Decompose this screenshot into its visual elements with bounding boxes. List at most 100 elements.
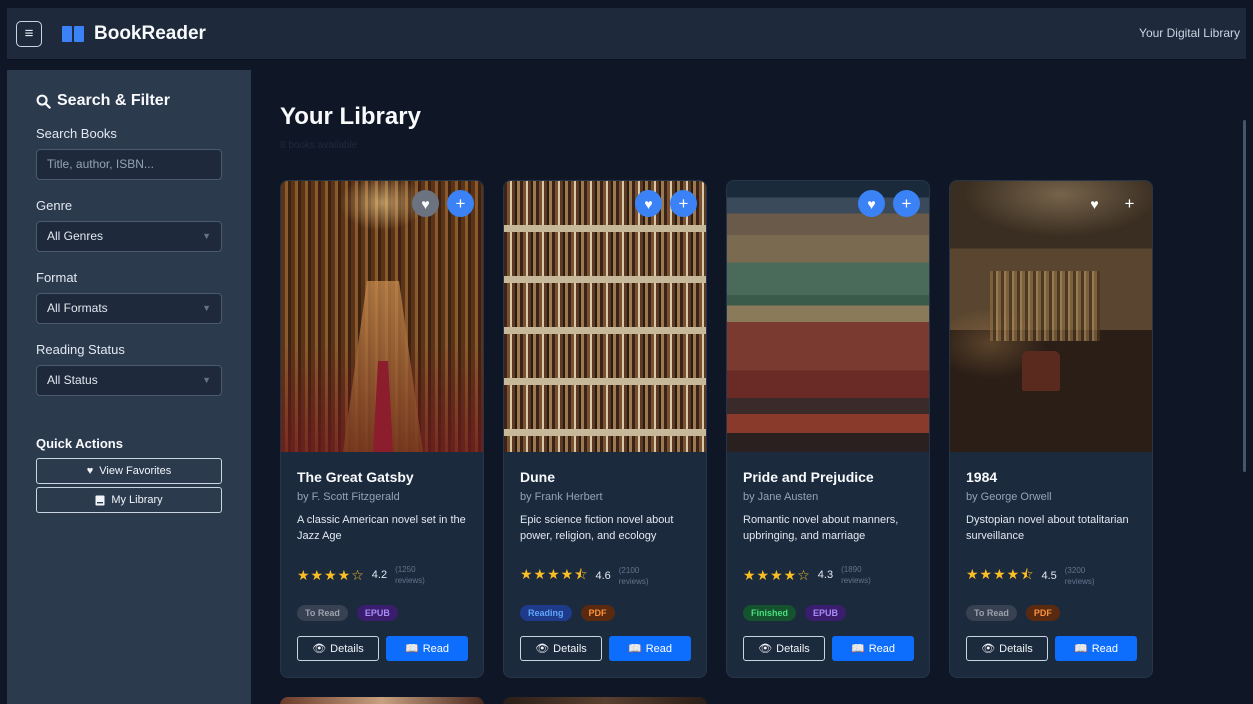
details-button[interactable]: 👁 Details xyxy=(966,636,1048,661)
book-author: by F. Scott Fitzgerald xyxy=(297,491,400,503)
add-to-list-button[interactable]: + xyxy=(670,190,697,217)
book-rating: ★★★★⯪ 4.6 (2100 reviews) xyxy=(520,564,655,588)
read-button[interactable]: 📖 Read xyxy=(832,636,914,661)
format-badge: PDF xyxy=(580,605,615,621)
sidebar-title: Search & Filter xyxy=(36,92,222,110)
view-favorites-label: View Favorites xyxy=(99,465,172,477)
chevron-down-icon: ▼ xyxy=(202,231,211,241)
my-library-button[interactable]: My Library xyxy=(36,487,222,513)
book-cover: ♥ + xyxy=(281,181,483,452)
top-navbar: ≡ BookReader Your Digital Library xyxy=(7,8,1246,60)
review-count: (3200 reviews) xyxy=(1064,566,1095,586)
format-select-value: All Formats xyxy=(47,301,108,315)
eye-icon: 👁 xyxy=(535,643,550,655)
book-icon xyxy=(95,495,105,505)
details-label: Details xyxy=(330,642,364,655)
bookshelf xyxy=(990,271,1100,341)
read-button[interactable]: 📖 Read xyxy=(609,636,691,661)
review-count: (1250 reviews) xyxy=(395,565,425,585)
book-description: Dystopian novel about totalitarian surve… xyxy=(966,514,1129,542)
favorite-button[interactable]: ♥ xyxy=(412,190,439,217)
view-favorites-button[interactable]: ♥ View Favorites xyxy=(36,458,222,484)
book-card-partial[interactable] xyxy=(503,697,707,704)
search-input[interactable]: Title, author, ISBN... xyxy=(36,149,222,180)
book-rating: ★★★★☆ 4.2 (1250 reviews) xyxy=(297,564,431,586)
eye-icon: 👁 xyxy=(312,643,327,655)
format-badge: EPUB xyxy=(805,605,847,621)
app-name[interactable]: BookReader xyxy=(94,23,206,45)
book-author: by Frank Herbert xyxy=(520,491,603,503)
book-card[interactable]: ♥ + Pride and Prejudice by Jane Austen R… xyxy=(726,180,930,678)
book-cover: ♥ + xyxy=(504,181,706,452)
status-badge: To Read xyxy=(297,605,348,621)
status-label: Reading Status xyxy=(36,342,125,357)
details-label: Details xyxy=(999,642,1033,655)
book-description: Romantic novel about manners, upbringing… xyxy=(743,514,899,542)
add-to-list-button[interactable]: + xyxy=(1116,190,1143,217)
card-actions: 👁 Details 📖 Read xyxy=(520,636,691,661)
book-title[interactable]: The Great Gatsby xyxy=(297,469,483,485)
book-title[interactable]: Dune xyxy=(520,469,706,485)
book-card-partial[interactable] xyxy=(280,697,484,704)
eye-icon: 👁 xyxy=(981,643,996,655)
book-cover: ♥ + xyxy=(727,181,929,452)
read-label: Read xyxy=(868,642,895,655)
format-label: Format xyxy=(36,270,78,285)
favorite-button[interactable]: ♥ xyxy=(858,190,885,217)
scrollbar[interactable] xyxy=(1243,120,1246,472)
book-rating: ★★★★⯪ 4.5 (3200 reviews) xyxy=(966,564,1101,588)
add-to-list-button[interactable]: + xyxy=(893,190,920,217)
book-title[interactable]: Pride and Prejudice xyxy=(743,469,929,485)
chevron-down-icon: ▼ xyxy=(202,375,211,385)
details-button[interactable]: 👁 Details xyxy=(297,636,379,661)
read-button[interactable]: 📖 Read xyxy=(386,636,468,661)
details-label: Details xyxy=(553,642,587,655)
book-tags: Finished EPUB xyxy=(743,605,847,621)
read-button[interactable]: 📖 Read xyxy=(1055,636,1137,661)
sidebar: Search & Filter Search Books Title, auth… xyxy=(7,70,251,704)
card-actions: 👁 Details 📖 Read xyxy=(966,636,1137,661)
star-rating-icon: ★★★★⯪ xyxy=(520,566,589,582)
heart-icon: ♥ xyxy=(867,195,876,212)
details-label: Details xyxy=(776,642,810,655)
heart-icon: ♥ xyxy=(86,465,94,477)
book-card[interactable]: ♥ + Dune by Frank Herbert Epic science f… xyxy=(503,180,707,678)
book-card[interactable]: ♥ + 1984 by George Orwell Dystopian nove… xyxy=(949,180,1153,678)
eye-icon: 👁 xyxy=(758,643,773,655)
chevron-down-icon: ▼ xyxy=(202,303,211,313)
header-tagline: Your Digital Library xyxy=(1139,26,1240,40)
format-badge: EPUB xyxy=(356,605,398,621)
heart-icon: ♥ xyxy=(421,195,430,212)
genre-select-value: All Genres xyxy=(47,229,104,243)
details-button[interactable]: 👁 Details xyxy=(520,636,602,661)
favorite-button[interactable]: ♥ xyxy=(635,190,662,217)
rating-value: 4.5 xyxy=(1041,570,1057,582)
search-label: Search Books xyxy=(36,126,117,141)
read-label: Read xyxy=(645,642,672,655)
quick-actions-title: Quick Actions xyxy=(36,436,123,451)
genre-select[interactable]: All Genres ▼ xyxy=(36,221,222,252)
review-count: (1890 reviews) xyxy=(841,565,871,585)
menu-toggle-button[interactable]: ≡ xyxy=(16,20,42,47)
card-actions: 👁 Details 📖 Read xyxy=(743,636,914,661)
book-tags: To Read PDF xyxy=(966,605,1060,621)
format-select[interactable]: All Formats ▼ xyxy=(36,293,222,324)
read-label: Read xyxy=(1091,642,1118,655)
book-author: by Jane Austen xyxy=(743,491,819,503)
review-count: (2100 reviews) xyxy=(618,566,649,586)
sidebar-title-text: Search & Filter xyxy=(57,92,170,109)
details-button[interactable]: 👁 Details xyxy=(743,636,825,661)
favorite-button[interactable]: ♥ xyxy=(1081,190,1108,217)
status-badge: To Read xyxy=(966,605,1017,621)
book-title[interactable]: 1984 xyxy=(966,469,1152,485)
status-select[interactable]: All Status ▼ xyxy=(36,365,222,396)
book-card[interactable]: ♥ + The Great Gatsby by F. Scott Fitzger… xyxy=(280,180,484,678)
plus-icon: + xyxy=(455,193,466,213)
star-rating-icon: ★★★★☆ xyxy=(743,566,811,583)
add-to-list-button[interactable]: + xyxy=(447,190,474,217)
book-description: Epic science fiction novel about power, … xyxy=(520,514,674,542)
rating-value: 4.2 xyxy=(371,569,388,581)
book-author: by George Orwell xyxy=(966,491,1052,503)
open-book-icon xyxy=(62,25,84,42)
main-content: Your Library 8 books available ♥ + The G… xyxy=(251,60,1246,704)
